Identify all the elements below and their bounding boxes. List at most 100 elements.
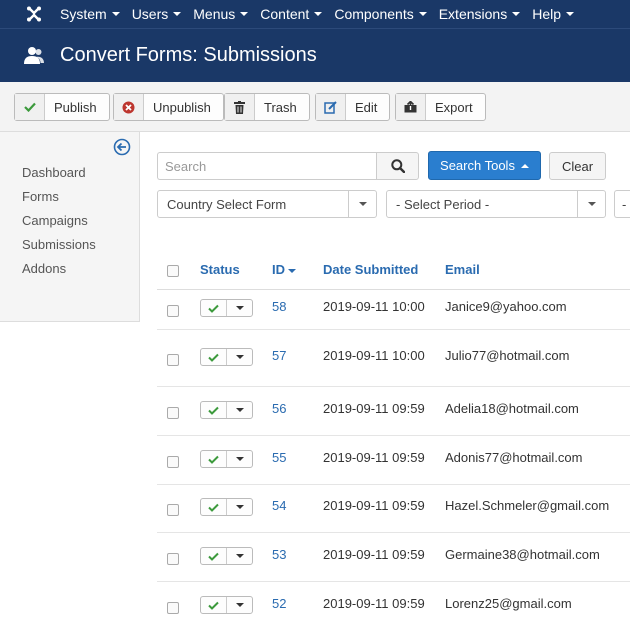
page-title: Convert Forms: Submissions [60,44,317,66]
submission-id[interactable]: 55 [272,450,286,465]
submission-email: Janice9@yahoo.com [445,299,567,314]
menu-menus[interactable]: Menus [193,6,249,22]
chevron-down-icon [348,191,376,217]
status-dropdown-icon[interactable] [227,451,252,467]
trash-button[interactable]: Trash [224,93,310,121]
email-column-header[interactable]: Email [445,262,480,277]
menu-users[interactable]: Users [132,6,182,22]
menu-components[interactable]: Components [334,6,427,22]
submission-email: Lorenz25@gmail.com [445,596,572,611]
status-dropdown-icon[interactable] [227,349,252,365]
submission-id[interactable]: 54 [272,498,286,513]
published-check-icon[interactable] [201,402,227,418]
submission-date: 2019-09-11 09:59 [323,401,425,416]
chevron-down-icon [577,191,605,217]
submission-email: Adelia18@hotmail.com [445,401,579,416]
period-filter-select[interactable]: - Select Period - [386,190,606,218]
publish-button[interactable]: Publish [14,93,110,121]
status-dropdown-icon[interactable] [227,548,252,564]
top-nav: System Users Menus Content Components Ex… [0,0,630,28]
row-checkbox[interactable] [167,553,179,565]
sidebar: Dashboard Forms Campaigns Submissions Ad… [0,132,140,322]
published-check-icon[interactable] [201,349,227,365]
table-row[interactable]: 54 2019-09-11 09:59 Hazel.Schmeler@gmail… [157,485,630,533]
sidebar-item-addons[interactable]: Addons [22,261,96,285]
submission-id[interactable]: 58 [272,299,286,314]
row-checkbox[interactable] [167,504,179,516]
status-toggle[interactable] [200,450,253,468]
status-toggle[interactable] [200,596,253,614]
published-check-icon[interactable] [201,548,227,564]
clear-button[interactable]: Clear [549,152,606,180]
published-check-icon[interactable] [201,597,227,613]
export-button[interactable]: Export [395,93,486,121]
submission-email: Hazel.Schmeler@gmail.com [445,498,610,513]
third-filter-select[interactable]: - [614,190,630,218]
status-dropdown-icon[interactable] [227,402,252,418]
caret-down-icon [240,12,249,16]
menu-extensions[interactable]: Extensions [439,6,521,22]
title-bar: Convert Forms: Submissions [0,28,630,82]
submission-id[interactable]: 57 [272,348,286,363]
table-row[interactable]: 55 2019-09-11 09:59 Adonis77@hotmail.com [157,436,630,485]
select-all-checkbox[interactable] [167,265,179,277]
sort-desc-icon [288,268,296,273]
menu-help[interactable]: Help [532,6,574,22]
table-row[interactable]: 56 2019-09-11 09:59 Adelia18@hotmail.com [157,387,630,436]
status-dropdown-icon[interactable] [227,499,252,515]
form-filter-select[interactable]: Country Select Form [157,190,377,218]
menu-content[interactable]: Content [260,6,323,22]
caret-down-icon [173,12,182,16]
search-button[interactable] [376,152,419,180]
submission-id[interactable]: 52 [272,596,286,611]
submission-date: 2019-09-11 10:00 [323,299,425,314]
row-checkbox[interactable] [167,456,179,468]
status-toggle[interactable] [200,299,253,317]
sidebar-item-submissions[interactable]: Submissions [22,237,96,261]
caret-down-icon [111,12,120,16]
collapse-sidebar-icon[interactable] [113,138,131,156]
table-row[interactable]: 58 2019-09-11 10:00 Janice9@yahoo.com [157,290,630,330]
table-row[interactable]: 52 2019-09-11 09:59 Lorenz25@gmail.com [157,582,630,619]
published-check-icon[interactable] [201,300,227,316]
row-checkbox[interactable] [167,407,179,419]
unpublish-button[interactable]: Unpublish [113,93,224,121]
edit-button[interactable]: Edit [315,93,391,121]
table-header: Status ID Date Submitted Email [157,250,630,290]
caret-down-icon [566,12,574,16]
caret-down-icon [314,12,323,16]
search-tools-button[interactable]: Search Tools [428,151,541,180]
sidebar-item-dashboard[interactable]: Dashboard [22,165,96,189]
submission-date: 2019-09-11 09:59 [323,450,425,465]
status-dropdown-icon[interactable] [227,300,252,316]
menu-system[interactable]: System [60,6,120,22]
submission-date: 2019-09-11 09:59 [323,498,425,513]
submission-email: Adonis77@hotmail.com [445,450,583,465]
status-dropdown-icon[interactable] [227,597,252,613]
status-toggle[interactable] [200,547,253,565]
id-column-header[interactable]: ID [272,262,296,277]
status-toggle[interactable] [200,401,253,419]
sidebar-item-forms[interactable]: Forms [22,189,96,213]
table-row[interactable]: 53 2019-09-11 09:59 Germaine38@hotmail.c… [157,533,630,582]
search-input[interactable] [157,152,377,180]
date-column-header[interactable]: Date Submitted [323,262,418,277]
submission-date: 2019-09-11 10:00 [323,348,425,363]
submission-id[interactable]: 53 [272,547,286,562]
joomla-logo-icon[interactable] [20,0,48,28]
row-checkbox[interactable] [167,305,179,317]
trash-icon [225,94,255,120]
row-checkbox[interactable] [167,602,179,614]
sidebar-item-campaigns[interactable]: Campaigns [22,213,96,237]
caret-up-icon [520,163,529,168]
submission-email: Julio77@hotmail.com [445,348,570,363]
published-check-icon[interactable] [201,451,227,467]
submission-id[interactable]: 56 [272,401,286,416]
table-row[interactable]: 57 2019-09-11 10:00 Julio77@hotmail.com [157,330,630,387]
published-check-icon[interactable] [201,499,227,515]
row-checkbox[interactable] [167,354,179,366]
caret-down-icon [418,12,427,16]
status-toggle[interactable] [200,348,253,366]
status-toggle[interactable] [200,498,253,516]
status-column-header[interactable]: Status [200,262,240,277]
